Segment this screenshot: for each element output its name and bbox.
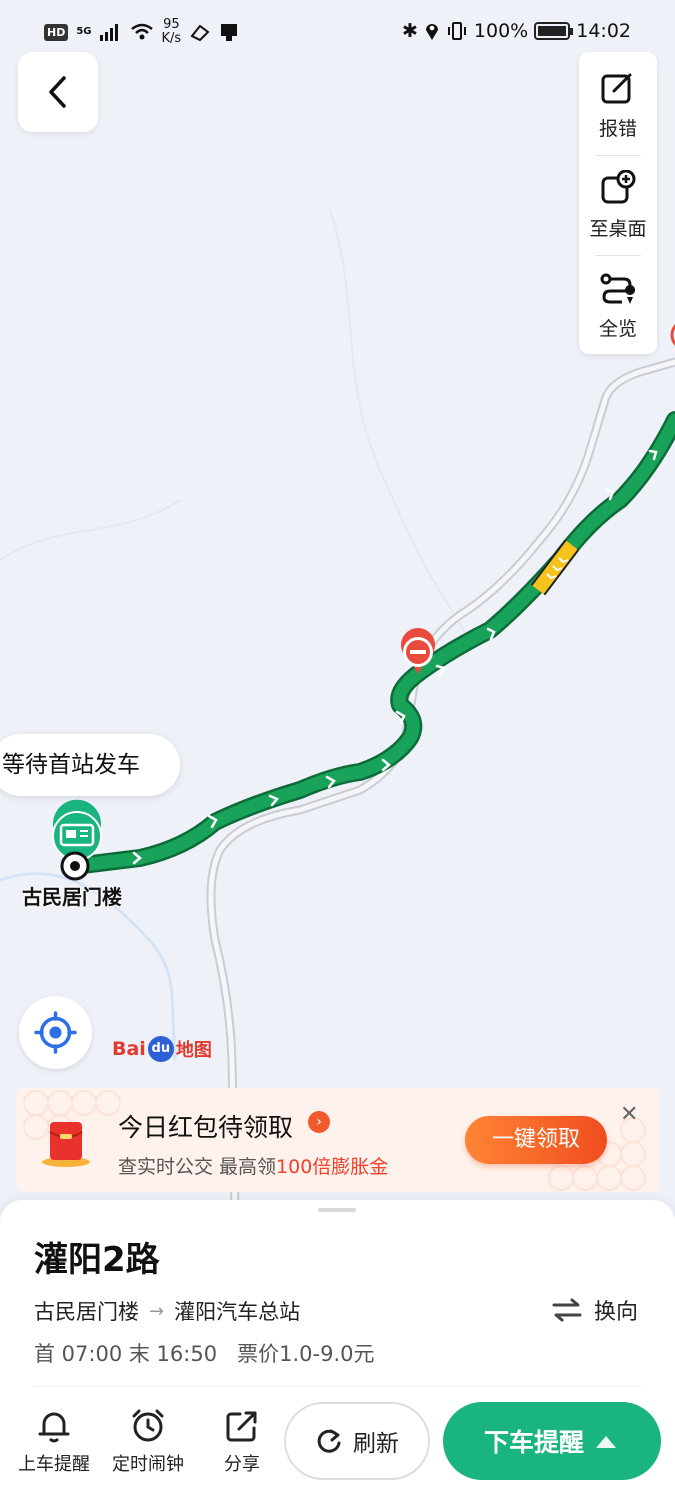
add-to-desktop-label: 至桌面 (589, 218, 647, 240)
network-type: 5G (76, 26, 92, 37)
chevron-up-icon (596, 1436, 616, 1448)
boarding-alert-button[interactable]: 上车提醒 (9, 1408, 99, 1476)
close-icon[interactable]: ✕ (620, 1102, 638, 1127)
waiting-bubble: 等待首站发车 (0, 734, 180, 796)
clock: 14:02 (576, 20, 631, 42)
switch-direction-button[interactable]: 换向 (552, 1294, 638, 1326)
nfc-icon (190, 24, 210, 42)
share-icon (226, 1411, 257, 1442)
switch-direction-label: 换向 (594, 1300, 639, 1325)
swap-icon (552, 1298, 582, 1322)
alight-alert-button[interactable]: 下车提醒 (443, 1402, 661, 1480)
alarm-clock-icon (132, 1409, 164, 1442)
share-label: 分享 (224, 1454, 260, 1475)
fare: 票价1.0-9.0元 (237, 1342, 375, 1366)
sheet-handle[interactable] (318, 1208, 356, 1212)
chevron-right-icon: › (308, 1111, 330, 1133)
route-name: 灌阳2路 (34, 1240, 160, 1280)
back-arrow-icon (49, 76, 66, 108)
route-overview-icon (600, 273, 636, 304)
action-bar: 上车提醒 定时闹钟 分享 刷新 下车提醒 (0, 1400, 675, 1500)
locate-button[interactable] (19, 996, 92, 1069)
locate-icon (34, 1011, 77, 1054)
boarding-alert-label: 上车提醒 (18, 1454, 90, 1475)
battery-icon (534, 22, 574, 40)
refresh-icon (317, 1429, 341, 1453)
map-toolbar: 报错 至桌面 全览 (579, 52, 657, 354)
vibrate-icon (447, 22, 466, 40)
promo-subtitle: 查实时公交 最高领100倍膨胀金 (118, 1156, 389, 1178)
timer-alarm-label: 定时闹钟 (112, 1454, 184, 1475)
refresh-label: 刷新 (353, 1431, 399, 1457)
wifi-icon (130, 23, 153, 40)
promo-banner[interactable]: 今日红包待领取 › 查实时公交 最高领100倍膨胀金 一键领取 ✕ (16, 1088, 659, 1192)
edit-icon (601, 73, 632, 104)
status-bar: HD 5G 95 K/s ✱ 100% 14:02 (0, 0, 675, 66)
arrow-right-icon: → (149, 1300, 165, 1322)
alight-alert-label: 下车提醒 (483, 1428, 584, 1457)
battery-percent: 100% (473, 20, 529, 42)
signal-icon (99, 24, 118, 41)
origin-stop-dot (60, 851, 90, 881)
hd-badge: HD (44, 23, 69, 41)
add-desktop-icon (601, 170, 636, 204)
map-view[interactable] (0, 0, 675, 1210)
report-error-label: 报错 (598, 118, 637, 140)
screen-cast-icon (221, 24, 238, 41)
back-button[interactable] (18, 52, 98, 132)
location-icon (425, 24, 438, 40)
route-times: 首 07:00 末 16:50 票价1.0-9.0元 (34, 1338, 374, 1368)
bus-icon (52, 799, 102, 861)
bluetooth-icon: ✱ (401, 20, 418, 42)
map-canvas (0, 209, 675, 1210)
refresh-button[interactable]: 刷新 (284, 1402, 430, 1480)
route-sheet: 灌阳2路 古民居门楼 → 灌阳汽车总站 换向 首 07:00 末 16:50 票… (0, 1200, 675, 1500)
divider (34, 1386, 641, 1387)
share-button[interactable]: 分享 (197, 1408, 287, 1476)
timer-alarm-button[interactable]: 定时闹钟 (103, 1408, 193, 1476)
origin-stop-label[interactable]: 古民居门楼 (22, 881, 122, 910)
overview-label: 全览 (598, 318, 637, 340)
route-to: 灌阳汽车总站 (174, 1300, 301, 1324)
bell-icon (38, 1412, 70, 1443)
report-error-button[interactable]: 报错 (579, 52, 657, 152)
promo-title: 今日红包待领取 (118, 1113, 294, 1142)
red-envelope-icon (42, 1122, 90, 1167)
route-direction: 古民居门楼 → 灌阳汽车总站 (34, 1296, 300, 1326)
overview-button[interactable]: 全览 (579, 252, 657, 352)
route-from: 古民居门楼 (34, 1300, 139, 1324)
claim-button[interactable]: 一键领取 (465, 1116, 607, 1164)
add-to-desktop-button[interactable]: 至桌面 (579, 152, 657, 252)
network-speed: 95 K/s (161, 17, 182, 46)
baidu-map-logo: Bai du 地图 (112, 1036, 212, 1062)
operating-hours: 首 07:00 末 16:50 (34, 1342, 218, 1366)
